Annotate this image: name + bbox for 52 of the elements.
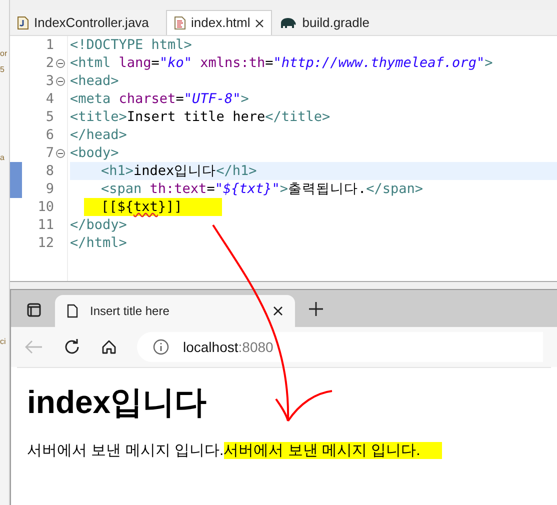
side-panel-text: or	[0, 50, 8, 58]
line-number: 2	[46, 54, 54, 72]
code-line: <meta charset="UTF-8">	[70, 90, 249, 108]
reload-icon[interactable]	[63, 338, 81, 356]
line-number: 3	[46, 72, 54, 90]
line-number: 5	[46, 108, 54, 126]
highlighted-text: 서버에서 보낸 메시지 입니다.	[224, 442, 442, 459]
code-line: <head>	[70, 72, 119, 90]
tab-label: index.html	[191, 14, 250, 32]
close-icon[interactable]	[255, 18, 264, 28]
code-line: <!DOCTYPE html>	[70, 36, 192, 54]
tab-title: Insert title here	[90, 303, 170, 320]
line-number: 4	[46, 90, 54, 108]
fold-icon[interactable]	[56, 148, 64, 158]
url-text: localhost:8080	[183, 338, 274, 356]
line-number: 9	[46, 180, 54, 198]
close-icon[interactable]	[273, 306, 283, 316]
side-panel-text: ci	[0, 338, 7, 346]
code-line: <body>	[70, 144, 119, 162]
code-line: <html lang="ko" xmlns:th="http://www.thymeleaf.org">	[70, 54, 493, 72]
html-file-icon	[174, 16, 186, 30]
line-number: 10	[38, 198, 54, 216]
line-number: 11	[38, 216, 54, 234]
tab-label: IndexController.java	[34, 14, 149, 32]
page-heading: index입니다	[27, 383, 208, 422]
address-bar[interactable]: localhost:8080	[137, 332, 543, 362]
browser-tab[interactable]: Insert title here	[55, 295, 295, 327]
side-panel-text: 5	[0, 66, 6, 74]
line-number: 6	[46, 126, 54, 144]
code-line: <span th:text="${txt}">출력됩니다.</span>	[100, 180, 424, 198]
new-tab-icon[interactable]	[309, 302, 323, 316]
editor-tab[interactable]: index.html	[166, 10, 272, 35]
fold-icon[interactable]	[56, 58, 64, 68]
line-number: 8	[46, 162, 54, 180]
code-line: </html>	[70, 234, 127, 252]
home-icon[interactable]	[101, 339, 117, 355]
code-line: <title>Insert title here</title>	[70, 108, 330, 126]
elephant-icon	[279, 16, 298, 28]
line-number: 7	[46, 144, 54, 162]
fold-icon[interactable]	[56, 76, 64, 86]
side-panel-text: a	[0, 154, 6, 162]
tab-actions-icon[interactable]	[27, 303, 41, 317]
page-icon	[67, 304, 78, 318]
line-number: 1	[46, 36, 54, 54]
java-file-icon	[17, 16, 29, 30]
tab-label: build.gradle	[302, 14, 370, 32]
line-number: 12	[38, 234, 54, 252]
code-line: </body>	[70, 216, 127, 234]
code-line: </head>	[70, 126, 127, 144]
info-icon[interactable]	[153, 339, 169, 355]
code-line: <h1>index입니다</h1>	[100, 162, 257, 180]
page-text: 서버에서 보낸 메시지 입니다.	[27, 442, 224, 459]
